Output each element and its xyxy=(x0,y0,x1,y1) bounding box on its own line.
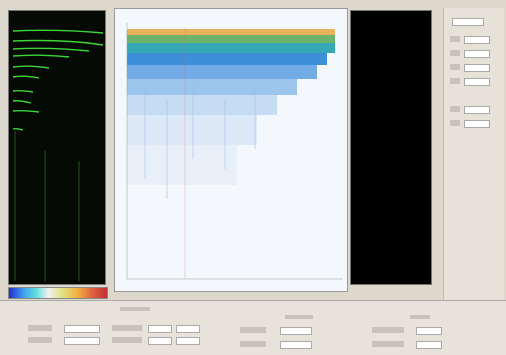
settings-label xyxy=(450,120,460,126)
settings-label xyxy=(450,50,460,56)
control-field[interactable] xyxy=(416,341,442,349)
settings-label xyxy=(450,36,460,42)
app-window xyxy=(0,0,506,355)
control-label xyxy=(372,327,404,333)
group-label xyxy=(120,307,150,311)
settings-field[interactable] xyxy=(464,106,490,114)
control-label xyxy=(372,341,404,347)
spectrum-trace xyxy=(12,29,104,281)
settings-field[interactable] xyxy=(452,18,484,26)
waterfall-plot xyxy=(115,9,347,291)
settings-field[interactable] xyxy=(464,36,490,44)
settings-field[interactable] xyxy=(464,120,490,128)
control-label xyxy=(240,327,266,333)
secondary-display[interactable] xyxy=(350,10,432,285)
group-label xyxy=(285,315,313,319)
control-field[interactable] xyxy=(280,327,312,335)
settings-panel xyxy=(443,8,504,300)
control-field[interactable] xyxy=(148,325,172,333)
settings-label xyxy=(450,106,460,112)
control-label xyxy=(240,341,266,347)
control-label xyxy=(28,337,52,343)
control-field[interactable] xyxy=(176,337,200,345)
settings-field[interactable] xyxy=(464,50,490,58)
waterfall-display[interactable] xyxy=(114,8,348,292)
color-scale-bar xyxy=(8,287,108,299)
control-field[interactable] xyxy=(280,341,312,349)
control-field[interactable] xyxy=(64,325,100,333)
control-field[interactable] xyxy=(416,327,442,335)
control-panel xyxy=(0,300,506,355)
group-label xyxy=(410,315,430,319)
spectrum-display[interactable] xyxy=(8,10,106,285)
control-label xyxy=(112,337,142,343)
settings-field[interactable] xyxy=(464,78,490,86)
control-field[interactable] xyxy=(64,337,100,345)
settings-label xyxy=(450,64,460,70)
control-label xyxy=(112,325,142,331)
control-field[interactable] xyxy=(176,325,200,333)
settings-label xyxy=(450,78,460,84)
settings-field[interactable] xyxy=(464,64,490,72)
control-field[interactable] xyxy=(148,337,172,345)
control-label xyxy=(28,325,52,331)
